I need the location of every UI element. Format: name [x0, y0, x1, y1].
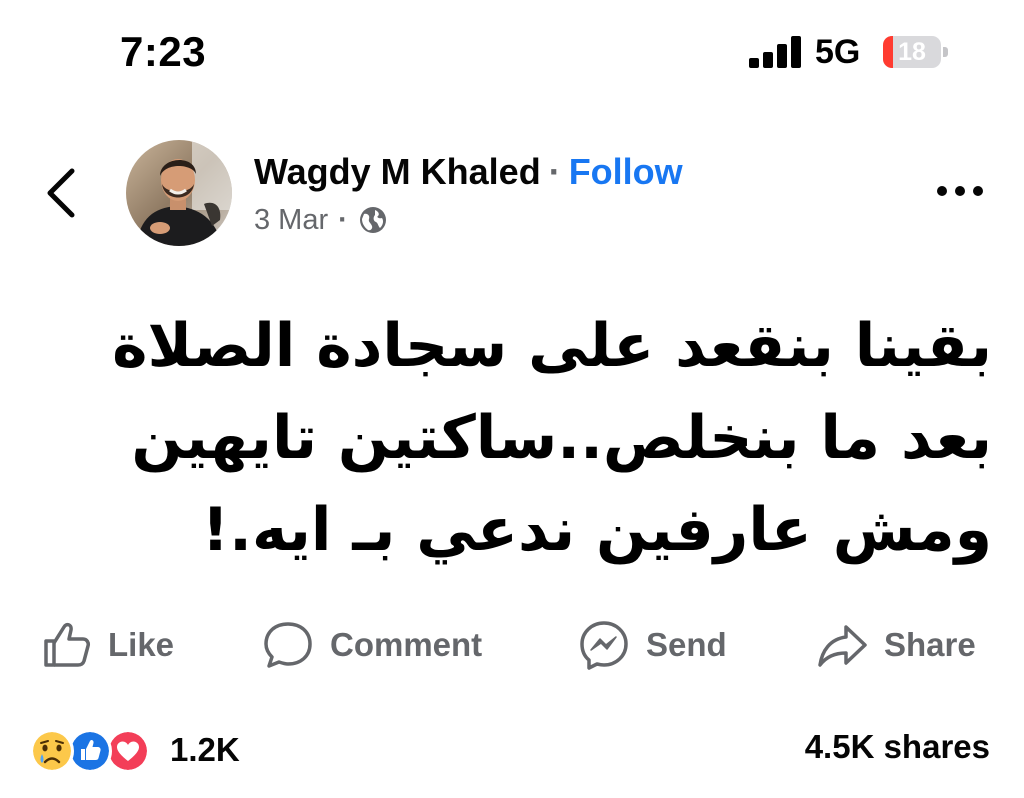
battery-icon: 18 — [883, 36, 949, 68]
reactions-summary[interactable]: 1.2K — [30, 724, 240, 776]
comment-button[interactable]: Comment — [262, 612, 482, 678]
sad-reaction-icon — [30, 729, 74, 773]
post-text: بقينا بنقعد على سجادة الصلاة بعد ما بنخل… — [112, 311, 992, 565]
messenger-icon — [580, 621, 628, 670]
avatar-image — [126, 140, 232, 246]
globe-icon[interactable] — [358, 205, 388, 235]
more-options-button[interactable] — [930, 176, 990, 206]
shares-count[interactable]: 4.5K shares — [805, 728, 990, 766]
share-button[interactable]: Share — [816, 612, 976, 678]
author-name[interactable]: Wagdy M Khaled — [254, 151, 541, 192]
thumbs-up-icon — [44, 622, 90, 667]
status-time: 7:23 — [120, 28, 207, 75]
love-reaction-icon — [106, 729, 150, 773]
comment-icon — [264, 622, 312, 668]
author-line: Wagdy M Khaled · Follow — [254, 152, 683, 192]
author-separator: · — [548, 151, 561, 192]
send-label: Send — [646, 626, 727, 663]
battery-level: 18 — [898, 38, 926, 66]
signal-icon — [749, 36, 801, 68]
status-bar: 7:23 5G 18 — [0, 0, 1024, 100]
post-meta: 3 Mar · — [254, 202, 388, 238]
like-button[interactable]: Like — [40, 612, 174, 678]
share-label: Share — [884, 626, 976, 663]
follow-button[interactable]: Follow — [569, 151, 683, 192]
back-button[interactable] — [42, 165, 82, 221]
share-icon — [818, 625, 867, 667]
like-label: Like — [108, 626, 175, 663]
author-avatar[interactable] — [126, 140, 232, 246]
post-date[interactable]: 3 Mar — [254, 202, 328, 238]
battery-cap — [943, 47, 948, 57]
reactions-count: 1.2K — [170, 731, 240, 768]
battery-body: 18 — [883, 36, 941, 68]
like-reaction-icon — [68, 729, 112, 773]
comment-label: Comment — [330, 626, 483, 663]
meta-separator: · — [338, 204, 348, 236]
action-bar: Like Comment Send Share — [0, 612, 1024, 678]
send-button[interactable]: Send — [578, 612, 727, 678]
post-header: Wagdy M Khaled · Follow 3 Mar · — [0, 120, 1024, 260]
reaction-icons — [30, 727, 160, 773]
network-type: 5G — [815, 33, 861, 71]
